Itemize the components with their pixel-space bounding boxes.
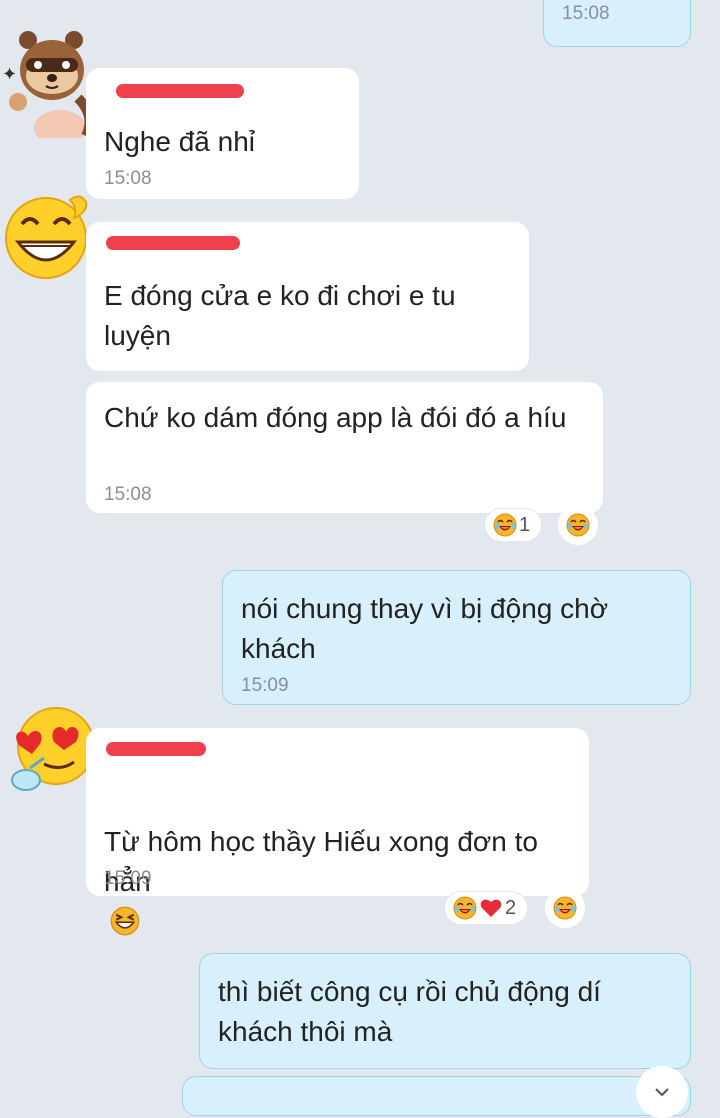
message-text: E đóng cửa e ko đi chơi e tu luyện — [104, 280, 456, 351]
red-heart-icon — [480, 899, 502, 917]
message-text: nói chung thay vì bị động chờ khách — [241, 593, 609, 664]
heart-eyes-emoji-avatar[interactable] — [0, 706, 95, 796]
laughing-crying-emoji-icon — [493, 513, 517, 537]
laughing-crying-emoji-icon — [553, 896, 577, 920]
laughing-crying-emoji-icon — [453, 896, 477, 920]
raccoon-sticker-avatar[interactable]: ✦ — [0, 28, 95, 146]
message-text: thì biết công cụ rồi chủ động dí khách t… — [218, 976, 601, 1047]
redacted-sender-name — [106, 236, 240, 250]
reaction-count: 1 — [519, 513, 531, 536]
message-time: 15:09 — [241, 675, 289, 696]
chevron-down-icon — [655, 1088, 669, 1097]
incoming-bubble[interactable]: Từ hôm học thầy Hiếu xong đơn to hẳn 15:… — [86, 728, 589, 936]
message-text: Chứ ko dám đóng app là đói đó a híu — [104, 402, 567, 433]
message-text-content: Từ hôm học thầy Hiếu xong đơn to hẳn — [104, 826, 538, 897]
message-time: 15:08 — [562, 3, 610, 24]
incoming-bubble[interactable]: E đóng cửa e ko đi chơi e tu luyện — [86, 222, 529, 371]
incoming-bubble[interactable]: Chứ ko dám đóng app là đói đó a híu 15:0… — [86, 382, 603, 513]
outgoing-bubble[interactable]: nói chung thay vì bị động chờ khách 15:0… — [222, 570, 691, 705]
outgoing-bubble[interactable] — [182, 1076, 691, 1116]
outgoing-bubble[interactable]: 15:08 — [543, 0, 691, 47]
collapse-button[interactable] — [636, 1066, 688, 1118]
message-time: 15:08 — [104, 168, 152, 189]
redacted-sender-name — [116, 84, 244, 98]
svg-text:✦: ✦ — [2, 64, 17, 84]
message-time: 15:09 — [104, 868, 152, 889]
add-reaction-button[interactable] — [558, 505, 598, 545]
add-reaction-button[interactable] — [545, 888, 585, 928]
laughing-emoji-avatar[interactable] — [0, 188, 90, 279]
outgoing-bubble[interactable]: thì biết công cụ rồi chủ động dí khách t… — [199, 953, 691, 1069]
message-time: 15:08 — [104, 484, 152, 505]
laughing-crying-emoji-icon — [566, 513, 590, 537]
reaction-summary[interactable]: 1 — [484, 508, 542, 542]
message-text: Nghe đã nhỉ — [104, 126, 256, 157]
grinning-squint-emoji-icon — [110, 906, 140, 936]
reaction-summary[interactable]: 2 — [444, 891, 528, 925]
reaction-count: 2 — [505, 896, 517, 919]
redacted-sender-name — [106, 742, 206, 756]
